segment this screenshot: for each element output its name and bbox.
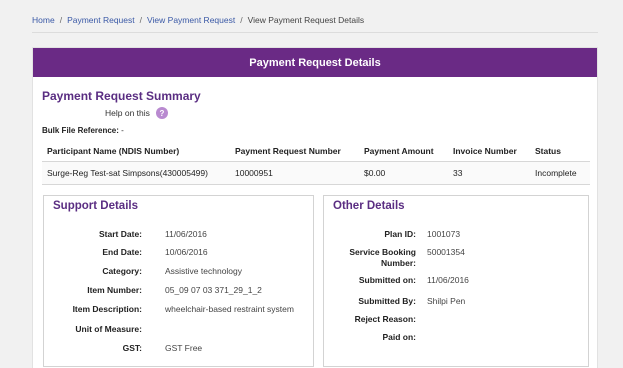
field-value: 05_09 07 03 371_29_1_2 [165,285,262,295]
other-field-service-booking-number: Service Booking Number: 50001354 [324,247,584,271]
field-value: GST Free [165,343,203,353]
field-value: Shilpi Pen [427,296,466,306]
support-field-end-date: End Date: 10/06/2016 [53,247,308,259]
summary-table-header: Participant Name (NDIS Number) Payment R… [42,140,590,162]
bulk-file-reference: Bulk File Reference: - [42,126,124,135]
help-text: Help on this [105,108,150,118]
other-details-title: Other Details [333,200,405,212]
other-details-card: Other Details Plan ID: 1001073 Service B… [323,195,589,367]
status-cell: Incomplete [535,168,577,178]
support-field-item-number: Item Number: 05_09 07 03 371_29_1_2 [53,285,308,297]
other-field-submitted-on: Submitted on: 11/06/2016 [324,275,584,287]
field-label: Start Date: [99,229,142,239]
breadcrumb-separator: / [139,15,143,25]
table-row: Surge-Reg Test-sat Simpsons(430005499) 1… [42,162,590,185]
field-label: Plan ID: [384,229,416,239]
bulk-file-reference-value: - [121,126,124,135]
field-label: GST: [122,343,142,353]
help-link[interactable]: Help on this ? [105,107,168,119]
panel-header: Payment Request Details [33,48,597,77]
support-details-title: Support Details [53,200,138,212]
field-label: Submitted on: [358,275,416,285]
participant-name-cell: Surge-Reg Test-sat Simpsons(430005499) [47,168,208,178]
field-value: Assistive technology [165,266,243,276]
field-value: 50001354 [427,247,465,257]
breadcrumb-payment-request-link[interactable]: Payment Request [67,15,135,25]
field-label: Service Booking Number: [349,247,416,268]
field-label: Submitted By: [358,296,416,306]
breadcrumb-view-payment-request-link[interactable]: View Payment Request [147,15,235,25]
field-value: 1001073 [427,229,461,239]
breadcrumb-divider [32,32,598,33]
field-label: Unit of Measure: [75,324,142,334]
other-field-submitted-by: Submitted By: Shilpi Pen [324,296,584,308]
other-field-paid-on: Paid on: [324,332,584,344]
field-label: Item Description: [72,304,142,314]
field-label: Reject Reason: [354,314,416,324]
breadcrumb-separator: / [59,15,63,25]
invoice-number-cell: 33 [453,168,463,178]
page-title: Payment Request Details [249,56,381,69]
bulk-file-reference-label: Bulk File Reference: [42,126,119,135]
breadcrumb-separator: / [240,15,243,25]
support-field-unit-of-measure: Unit of Measure: [53,324,308,336]
payment-request-details-panel: Payment Request Details Payment Request … [32,47,598,368]
other-field-reject-reason: Reject Reason: [324,314,584,326]
field-value: 11/06/2016 [165,229,207,239]
field-label: End Date: [102,247,142,257]
breadcrumb-home-link[interactable]: Home [32,15,55,25]
field-label: Item Number: [87,285,142,295]
field-label: Category: [102,266,142,276]
field-label: Paid on: [382,332,416,342]
support-details-card: Support Details Start Date: 11/06/2016 E… [43,195,314,367]
support-field-start-date: Start Date: 11/06/2016 [53,229,308,241]
column-header-request-number: Payment Request Number [235,145,341,156]
support-field-gst: GST: GST Free [53,343,308,355]
support-field-category: Category: Assistive technology [53,266,308,278]
column-header-invoice: Invoice Number [453,145,517,156]
other-field-plan-id: Plan ID: 1001073 [324,229,584,241]
breadcrumb: Home / Payment Request / View Payment Reques… [32,15,364,25]
field-value: 11/06/2016 [427,275,469,285]
column-header-amount: Payment Amount [364,145,434,156]
column-header-participant: Participant Name (NDIS Number) [47,145,180,156]
payment-amount-cell: $0.00 [364,168,386,178]
support-field-item-description: Item Description: wheelchair-based restr… [53,304,308,316]
request-number-cell: 10000951 [235,168,273,178]
field-value: wheelchair-based restraint system [165,304,294,314]
field-value: 10/06/2016 [165,247,208,257]
summary-title: Payment Request Summary [42,89,201,103]
breadcrumb-current: View Payment Request Details [247,15,365,25]
column-header-status: Status [535,145,561,156]
help-question-icon[interactable]: ? [155,107,168,119]
